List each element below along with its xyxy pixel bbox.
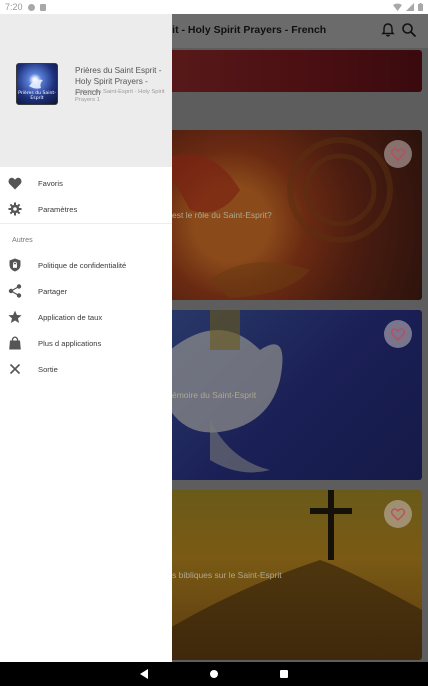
card-title: est le rôle du Saint-Esprit? [172, 210, 272, 220]
signal-icon [406, 3, 414, 11]
navigation-drawer: Prières du Saint-Esprit Prières du Saint… [0, 14, 172, 662]
heart-outline-icon [391, 327, 405, 341]
home-icon[interactable] [210, 670, 218, 678]
menu-item-settings[interactable]: Paramètres [0, 197, 172, 221]
sd-card-icon [39, 3, 46, 11]
menu-item-label: Partager [38, 286, 68, 296]
bell-icon[interactable] [380, 22, 396, 38]
menu-item-label: Sortie [38, 364, 58, 374]
system-navigation-bar [0, 662, 428, 686]
divider [0, 223, 172, 224]
recent-apps-icon[interactable] [280, 670, 288, 678]
prayer-card[interactable]: est le rôle du Saint-Esprit? [150, 130, 422, 300]
menu-item-more-apps[interactable]: Plus d applications [0, 331, 172, 355]
status-bar: 7:20 [0, 0, 428, 14]
location-icon [27, 3, 35, 11]
card-title: s bibliques sur le Saint-Esprit [172, 570, 282, 580]
menu-item-exit[interactable]: Sortie [0, 357, 172, 381]
close-icon [8, 362, 22, 376]
menu-item-favorites[interactable]: Favoris [0, 171, 172, 195]
menu-item-label: Application de taux [38, 312, 103, 322]
shield-lock-icon [8, 258, 22, 272]
card-title: émoire du Saint-Esprit [172, 390, 257, 400]
status-time: 7:20 [5, 2, 23, 12]
section-header-autres: Autres [12, 235, 33, 244]
menu-item-share[interactable]: Partager [0, 279, 172, 303]
battery-icon [418, 3, 423, 11]
prayer-card[interactable]: émoire du Saint-Esprit [150, 310, 422, 480]
share-icon [8, 284, 22, 298]
prayer-card[interactable]: s bibliques sur le Saint-Esprit [150, 490, 422, 660]
back-icon[interactable] [140, 669, 148, 679]
star-icon [8, 310, 22, 324]
heart-outline-icon [391, 507, 405, 521]
menu-item-privacy-policy[interactable]: Politique de confidentialité [0, 253, 172, 277]
gear-icon [8, 202, 22, 216]
menu-item-label: Paramètres [38, 204, 78, 214]
prayer-card[interactable] [150, 50, 422, 92]
menu-item-rate-app[interactable]: Application de taux [0, 305, 172, 329]
logo-text: Prières du Saint-Esprit [18, 91, 56, 101]
wifi-icon [393, 3, 402, 11]
menu-item-label: Politique de confidentialité [38, 260, 127, 270]
app-logo: Prières du Saint-Esprit [16, 63, 58, 105]
shopping-bag-icon [8, 336, 22, 350]
drawer-app-subtitle: Prières du Saint-Esprit - Holy Spirit Pr… [75, 89, 165, 103]
app-title: esprit - Holy Spirit Prayers - French [150, 24, 327, 36]
search-icon[interactable] [401, 22, 417, 38]
menu-item-label: Favoris [38, 178, 63, 188]
heart-outline-icon [391, 147, 405, 161]
drawer-header: Prières du Saint-Esprit Prières du Saint… [0, 14, 172, 167]
favorite-button[interactable] [384, 140, 412, 168]
heart-icon [8, 176, 22, 190]
favorite-button[interactable] [384, 320, 412, 348]
menu-item-label: Plus d applications [38, 338, 102, 348]
favorite-button[interactable] [384, 500, 412, 528]
